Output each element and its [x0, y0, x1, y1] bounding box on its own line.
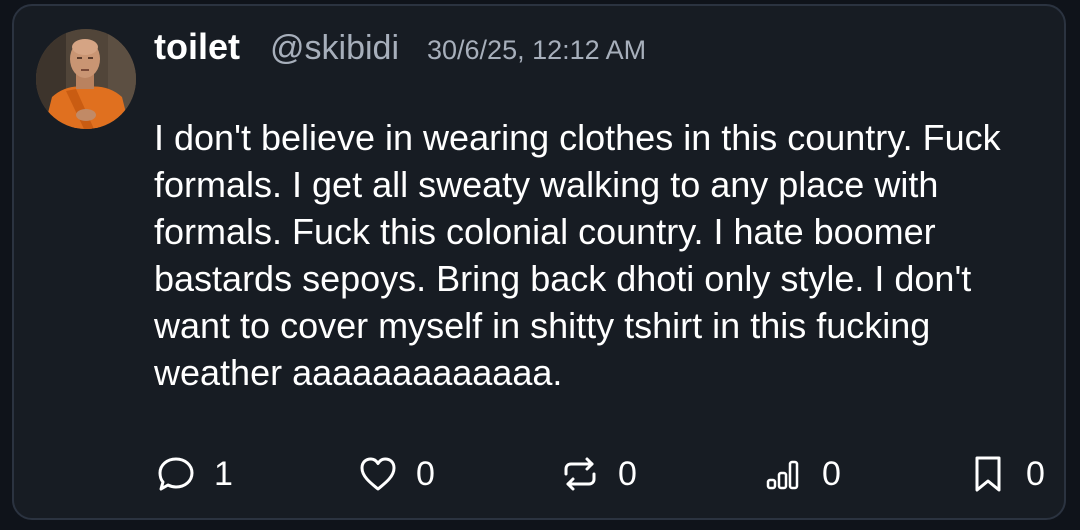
reply-button[interactable]: 1: [156, 454, 233, 494]
like-count: 0: [416, 454, 435, 493]
post-card[interactable]: toilet @skibidi 30/6/25, 12:12 AM I don'…: [12, 4, 1066, 520]
like-button[interactable]: 0: [358, 454, 435, 494]
repost-button[interactable]: 0: [560, 454, 637, 494]
post-timestamp[interactable]: 30/6/25, 12:12 AM: [427, 35, 646, 66]
bookmark-icon: [975, 456, 1001, 492]
reply-count: 1: [214, 454, 233, 493]
bookmark-button[interactable]: 0: [968, 454, 1045, 494]
avatar[interactable]: [36, 29, 136, 129]
bookmark-count: 0: [1026, 454, 1045, 493]
repost-icon: [564, 457, 596, 491]
views-count: 0: [822, 454, 841, 493]
user-handle[interactable]: @skibidi: [270, 29, 399, 68]
monk-photo-avatar: [36, 29, 136, 129]
post-header: toilet @skibidi 30/6/25, 12:12 AM: [154, 26, 646, 76]
views-icon: [766, 460, 799, 490]
action-bar: 1 0 0 0 0: [14, 446, 1064, 506]
post-text: I don't believe in wearing clothes in th…: [154, 117, 1001, 393]
reply-icon: [158, 457, 194, 491]
heart-icon: [360, 457, 396, 491]
repost-count: 0: [618, 454, 637, 493]
views-button[interactable]: 0: [764, 454, 841, 494]
display-name[interactable]: toilet: [154, 26, 240, 68]
